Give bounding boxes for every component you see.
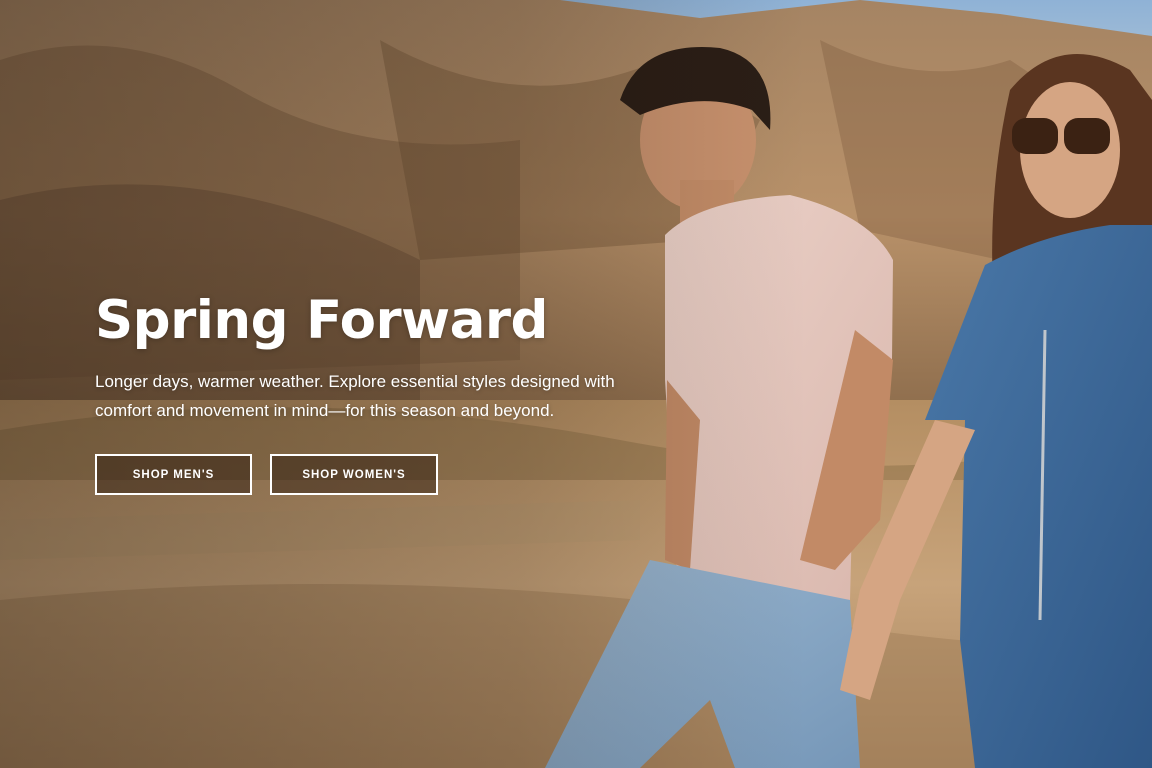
hero-title: Spring Forward [95, 290, 548, 351]
hero-subtitle: Longer days, warmer weather. Explore ess… [95, 372, 615, 420]
shop-mens-button[interactable]: SHOP MEN'S [95, 454, 252, 495]
hero-copy: Spring Forward Longer days, warmer weath… [95, 288, 695, 425]
cta-buttons: SHOP MEN'S SHOP WOMEN'S [95, 454, 438, 495]
shop-womens-button[interactable]: SHOP WOMEN'S [270, 454, 438, 495]
hero-banner: Spring Forward Longer days, warmer weath… [0, 0, 1152, 768]
